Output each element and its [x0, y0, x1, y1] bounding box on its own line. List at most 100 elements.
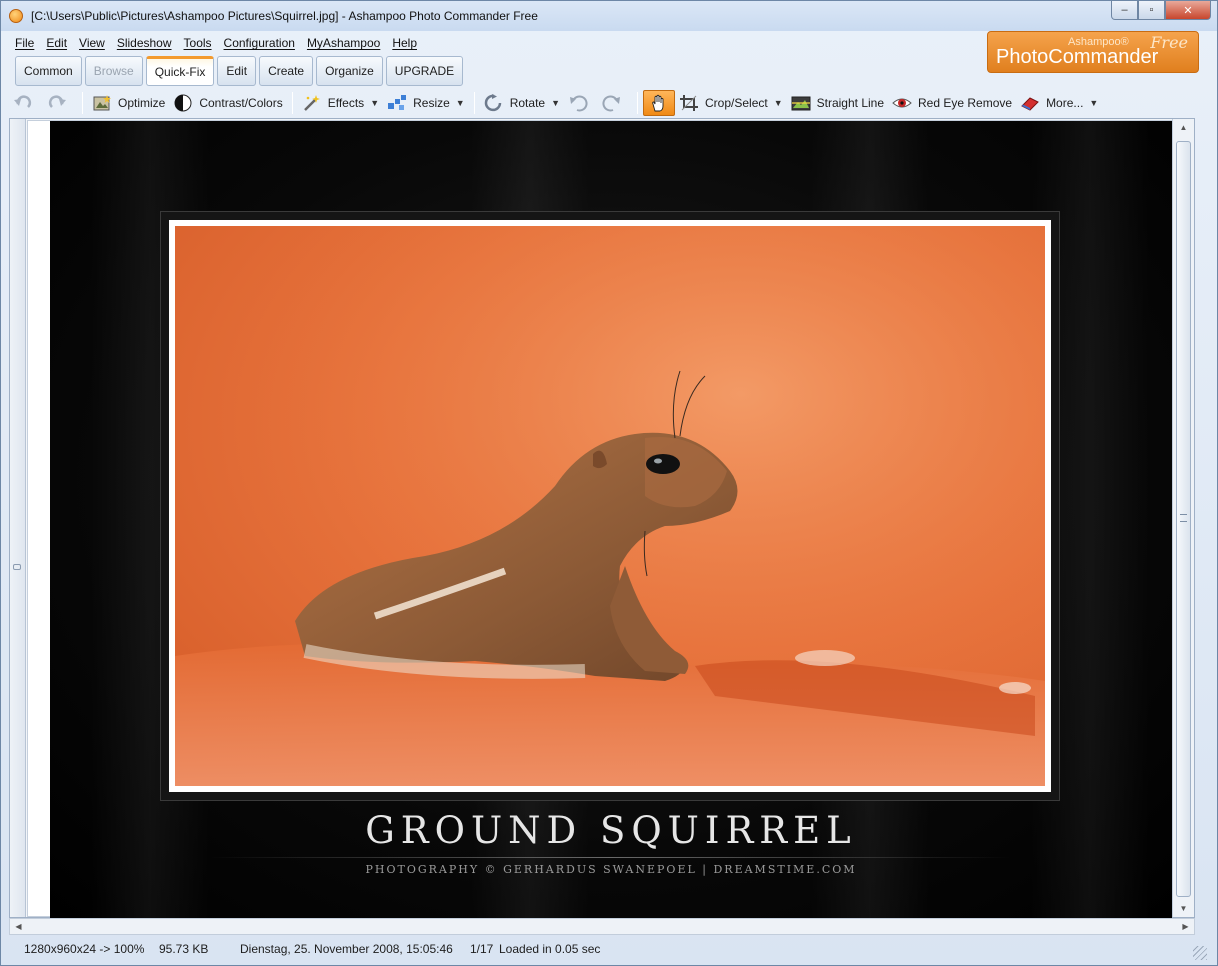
rotate-label: Rotate	[509, 96, 546, 110]
tab-quick-fix[interactable]: Quick-Fix	[145, 56, 215, 86]
tab-upgrade[interactable]: UPGRADE	[385, 56, 464, 86]
chevron-down-icon: ▼	[551, 98, 560, 108]
image-frame: GROUND SQUIRREL PHOTOGRAPHY © GERHARDUS …	[27, 120, 1173, 918]
squirrel-illustration	[175, 226, 1045, 786]
photo-white-border	[169, 220, 1051, 792]
menu-bar: File Edit View Slideshow Tools Configura…	[9, 33, 423, 53]
contrast-colors-label: Contrast/Colors	[199, 96, 283, 110]
status-position: 1/17	[470, 942, 494, 956]
quick-fix-toolbar: Optimize Contrast/Colors Effects ▼ Resiz…	[9, 89, 1209, 117]
image-caption-title: GROUND SQUIRREL	[365, 809, 857, 852]
menu-tools[interactable]: Tools	[178, 36, 218, 50]
app-logo-icon[interactable]	[9, 9, 23, 23]
menu-slideshow[interactable]: Slideshow	[111, 36, 178, 50]
vertical-scroll-thumb[interactable]	[1176, 141, 1191, 897]
status-load-time: Loaded in 0.05 sec	[499, 942, 601, 956]
window-title: [C:\Users\Public\Pictures\Ashampoo Pictu…	[31, 9, 538, 23]
scroll-left-icon[interactable]: ◀	[10, 919, 27, 934]
toolbar-separator	[82, 92, 83, 114]
eye-icon	[892, 94, 912, 112]
window-controls: – ▫ ✕	[1111, 1, 1211, 20]
horizontal-scrollbar[interactable]: ◀ ▶	[9, 918, 1195, 935]
redo-icon	[47, 94, 67, 112]
resize-icon	[387, 94, 407, 112]
vertical-scrollbar[interactable]: ▲ ▼	[1172, 119, 1194, 917]
red-eye-remove-label: Red Eye Remove	[918, 96, 1013, 110]
splitter-grip-icon[interactable]	[13, 564, 21, 570]
straight-line-label: Straight Line	[816, 96, 885, 110]
status-dimensions: 1280x960x24 -> 100%	[24, 942, 145, 956]
rotate-button[interactable]: Rotate ▼	[480, 90, 564, 116]
redo-button[interactable]	[43, 90, 77, 116]
image-caption-credit: PHOTOGRAPHY © GERHARDUS SWANEPOEL | DREA…	[365, 863, 857, 876]
rotate-left-button[interactable]	[564, 90, 598, 116]
menu-myashampoo[interactable]: MyAshampoo	[301, 36, 386, 50]
toolbar-separator	[473, 92, 475, 114]
minimize-button[interactable]: –	[1111, 1, 1138, 20]
ribbon-tabs: Common Browse Quick-Fix Edit Create Orga…	[15, 56, 464, 86]
resize-label: Resize	[413, 96, 450, 110]
crop-select-label: Crop/Select	[705, 96, 768, 110]
title-bar: [C:\Users\Public\Pictures\Ashampoo Pictu…	[1, 1, 1217, 31]
logo-product-name: PhotoCommander	[996, 46, 1159, 68]
undo-icon	[13, 94, 33, 112]
undo-button[interactable]	[9, 90, 43, 116]
chevron-down-icon: ▼	[455, 98, 465, 108]
resize-button[interactable]: Resize ▼	[383, 90, 469, 116]
tab-create[interactable]: Create	[259, 56, 314, 86]
contrast-icon	[173, 94, 193, 112]
crop-icon	[679, 94, 699, 112]
scroll-grip-icon	[1180, 514, 1187, 522]
status-bar: 1280x960x24 -> 100% 95.73 KB Dienstag, 2…	[9, 936, 1209, 962]
close-button[interactable]: ✕	[1165, 1, 1211, 20]
optimize-label: Optimize	[118, 96, 166, 110]
menu-file[interactable]: File	[9, 36, 40, 50]
tab-common[interactable]: Common	[15, 56, 82, 86]
effects-button[interactable]: Effects ▼	[298, 90, 383, 116]
tab-edit[interactable]: Edit	[217, 56, 257, 86]
image-caption-divider	[210, 857, 1010, 858]
contrast-colors-button[interactable]: Contrast/Colors	[169, 90, 286, 116]
status-date: Dienstag, 25. November 2008, 15:05:46	[240, 942, 453, 956]
menu-edit[interactable]: Edit	[40, 36, 73, 50]
resize-grip-icon[interactable]	[1193, 946, 1207, 960]
red-eye-remove-button[interactable]: Red Eye Remove	[888, 90, 1016, 116]
chevron-down-icon: ▼	[773, 98, 783, 108]
logo-edition: Free	[1150, 33, 1188, 52]
hand-icon	[649, 94, 669, 112]
image-viewer[interactable]: GROUND SQUIRREL PHOTOGRAPHY © GERHARDUS …	[9, 118, 1195, 918]
toolbar-separator	[291, 92, 293, 114]
maximize-button[interactable]: ▫	[1138, 1, 1165, 20]
eraser-icon	[1020, 94, 1040, 112]
chevron-down-icon: ▼	[370, 98, 380, 108]
toolbar-separator	[637, 92, 638, 114]
menu-configuration[interactable]: Configuration	[218, 36, 301, 50]
pan-hand-button[interactable]	[643, 90, 675, 116]
effects-label: Effects	[327, 96, 365, 110]
menu-view[interactable]: View	[73, 36, 111, 50]
rotate-right-button[interactable]	[598, 90, 632, 116]
scroll-down-icon[interactable]: ▼	[1173, 900, 1194, 917]
scroll-right-icon[interactable]: ▶	[1177, 919, 1194, 934]
crop-select-button[interactable]: Crop/Select ▼	[675, 90, 787, 116]
more-label: More...	[1046, 96, 1084, 110]
rotate-icon	[484, 94, 504, 112]
rotate-left-icon	[568, 94, 588, 112]
squirrel-photo	[175, 226, 1045, 786]
menu-help[interactable]: Help	[386, 36, 423, 50]
side-panel-splitter[interactable]	[10, 119, 26, 917]
tab-organize[interactable]: Organize	[316, 56, 383, 86]
rotate-right-icon	[602, 94, 622, 112]
scroll-up-icon[interactable]: ▲	[1173, 119, 1194, 136]
product-logo: Ashampoo® PhotoCommander Free	[987, 31, 1199, 73]
status-file-size: 95.73 KB	[159, 942, 209, 956]
straight-line-button[interactable]: Straight Line	[787, 90, 888, 116]
app-window: [C:\Users\Public\Pictures\Ashampoo Pictu…	[0, 0, 1218, 966]
optimize-icon	[92, 94, 112, 112]
more-button[interactable]: More... ▼	[1016, 90, 1102, 116]
straight-line-icon	[791, 94, 811, 112]
displayed-image: GROUND SQUIRREL PHOTOGRAPHY © GERHARDUS …	[50, 121, 1172, 918]
chevron-down-icon: ▼	[1089, 98, 1099, 108]
optimize-button[interactable]: Optimize	[88, 90, 169, 116]
tab-browse: Browse	[84, 56, 143, 86]
